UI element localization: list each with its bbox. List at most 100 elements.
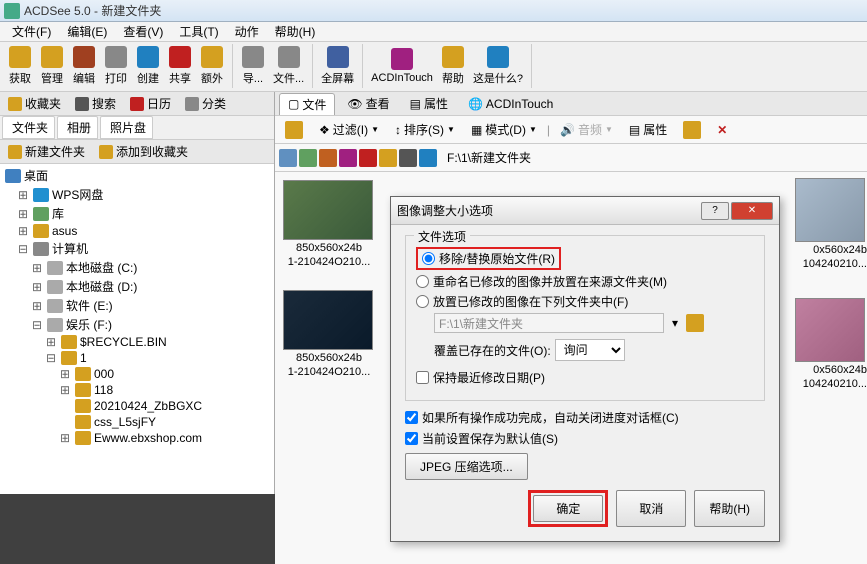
dropdown-arrow-icon[interactable]: ▾ [672, 316, 678, 330]
tree-drive-d[interactable]: ⊞本地磁盘 (D:) [2, 277, 272, 296]
tree-drive-f[interactable]: ⊟娱乐 (F:) [2, 315, 272, 334]
overwrite-select[interactable]: 询问 [555, 339, 625, 361]
tree-folder-000[interactable]: ⊞000 [2, 366, 272, 382]
thumbnail-item[interactable]: 850x560x24b 1-210424O210... [283, 290, 375, 378]
expand-icon[interactable]: ⊞ [30, 299, 44, 313]
help-button[interactable]: ? [701, 202, 729, 220]
tab-props[interactable]: ▤属性 [402, 93, 456, 114]
tree-recycle[interactable]: ⊞$RECYCLE.BIN [2, 334, 272, 350]
action-new-folder[interactable]: 新建文件夹 [2, 141, 91, 162]
tree-folder-118[interactable]: ⊞118 [2, 382, 272, 398]
tool-fullscreen[interactable]: 全屏幕 [317, 44, 358, 88]
menu-tools[interactable]: 工具(T) [171, 21, 226, 42]
radio-place-label[interactable]: 放置已修改的图像在下列文件夹中(F) [433, 293, 628, 310]
ok-button[interactable]: 确定 [533, 495, 603, 522]
tab-view[interactable]: 👁查看 [339, 93, 397, 114]
tool-nav[interactable]: 导... [237, 44, 269, 88]
collapse-icon[interactable]: ⊟ [16, 242, 30, 256]
tool-button-1[interactable] [677, 118, 707, 142]
nav-icon-2[interactable] [299, 149, 317, 167]
thumbnail-item[interactable]: 0x560x24b 104240210... [795, 298, 867, 390]
tab-favorites[interactable]: 收藏夹 [2, 93, 67, 114]
tool-extra[interactable]: 额外 [196, 44, 228, 88]
radio-replace-label[interactable]: 移除/替换原始文件(R) [439, 250, 555, 267]
menu-file[interactable]: 文件(F) [4, 21, 59, 42]
tool-share[interactable]: 共享 [164, 44, 196, 88]
thumbnail-item[interactable]: 850x560x24b 1-210424O210... [283, 180, 375, 268]
autoclose-checkbox[interactable] [405, 411, 418, 424]
expand-icon[interactable]: ⊞ [16, 224, 30, 238]
mode-button[interactable]: ▦ 模式(D) ▼ [465, 118, 543, 141]
tab-search[interactable]: 搜索 [69, 93, 122, 114]
radio-rename[interactable] [416, 275, 429, 288]
tool-whatis[interactable]: 这是什么? [469, 44, 527, 88]
keep-date-checkbox[interactable] [416, 371, 429, 384]
tree-computer[interactable]: ⊟计算机 [2, 239, 272, 258]
dialog-titlebar[interactable]: 图像调整大小选项 ? ✕ [391, 197, 779, 225]
expand-icon[interactable]: ⊞ [58, 431, 72, 445]
tree-folder-1[interactable]: ⊟1 [2, 350, 272, 366]
nav-icon-4[interactable] [339, 149, 357, 167]
expand-icon[interactable]: ⊞ [30, 280, 44, 294]
nav-icon-7[interactable] [399, 149, 417, 167]
savedefault-checkbox[interactable] [405, 432, 418, 445]
tool-manage[interactable]: 管理 [36, 44, 68, 88]
expand-icon[interactable]: ⊞ [58, 367, 72, 381]
radio-rename-label[interactable]: 重命名已修改的图像并放置在来源文件夹(M) [433, 273, 667, 290]
collapse-icon[interactable]: ⊟ [44, 351, 58, 365]
collapse-icon[interactable]: ⊟ [30, 318, 44, 332]
tab-files[interactable]: ▢文件 [279, 93, 335, 115]
expand-icon[interactable]: ⊞ [30, 261, 44, 275]
menu-actions[interactable]: 动作 [227, 21, 267, 42]
menu-edit[interactable]: 编辑(E) [59, 21, 115, 42]
menu-view[interactable]: 查看(V) [115, 21, 171, 42]
tool-files[interactable]: 文件... [269, 44, 308, 88]
thumbnail-item[interactable]: 0x560x24b 104240210... [795, 178, 867, 270]
tab-folders[interactable]: 文件夹 [2, 116, 55, 139]
tool-help[interactable]: 帮助 [437, 44, 469, 88]
browse-folder-icon[interactable] [686, 314, 704, 332]
tool-create[interactable]: 创建 [132, 44, 164, 88]
delete-button[interactable]: ✕ [711, 120, 733, 140]
tree-asus[interactable]: ⊞asus [2, 223, 272, 239]
tree-library[interactable]: ⊞库 [2, 204, 272, 223]
tool-edit[interactable]: 编辑 [68, 44, 100, 88]
tool-print[interactable]: 打印 [100, 44, 132, 88]
close-button[interactable]: ✕ [731, 202, 773, 220]
action-add-favorite[interactable]: 添加到收藏夹 [93, 141, 194, 162]
folder-up-button[interactable] [279, 118, 309, 142]
audio-button[interactable]: 🔊 音频 ▼ [554, 118, 619, 141]
savedefault-label[interactable]: 当前设置保存为默认值(S) [422, 430, 558, 447]
autoclose-label[interactable]: 如果所有操作成功完成，自动关闭进度对话框(C) [422, 409, 679, 426]
radio-place[interactable] [416, 295, 429, 308]
tab-albums[interactable]: 相册 [57, 116, 98, 139]
nav-icon-1[interactable] [279, 149, 297, 167]
expand-icon[interactable]: ⊞ [58, 383, 72, 397]
nav-icon-6[interactable] [379, 149, 397, 167]
expand-icon[interactable]: ⊞ [44, 335, 58, 349]
tree-folder-css[interactable]: css_L5sjFY [2, 414, 272, 430]
expand-icon[interactable]: ⊞ [16, 207, 30, 221]
tool-acdintouch[interactable]: ACDInTouch [367, 44, 437, 88]
cancel-button[interactable]: 取消 [616, 490, 686, 527]
filter-button[interactable]: ❖ 过滤(I) ▼ [313, 118, 385, 141]
tree-wps[interactable]: ⊞WPS网盘 [2, 185, 272, 204]
tree-desktop[interactable]: 桌面 [2, 166, 272, 185]
jpeg-options-button[interactable]: JPEG 压缩选项... [405, 453, 528, 480]
tree-drive-e[interactable]: ⊞软件 (E:) [2, 296, 272, 315]
keep-date-label[interactable]: 保持最近修改日期(P) [433, 369, 545, 386]
tab-discs[interactable]: 照片盘 [100, 116, 153, 139]
tool-acquire[interactable]: 获取 [4, 44, 36, 88]
tree-folder-ewww[interactable]: ⊞Ewww.ebxshop.com [2, 430, 272, 446]
tab-calendar[interactable]: 日历 [124, 93, 177, 114]
tab-category[interactable]: 分类 [179, 93, 232, 114]
radio-replace[interactable] [422, 252, 435, 265]
nav-icon-8[interactable] [419, 149, 437, 167]
nav-icon-5[interactable] [359, 149, 377, 167]
menu-help[interactable]: 帮助(H) [267, 21, 324, 42]
tab-acdintouch[interactable]: 🌐ACDInTouch [460, 95, 561, 113]
sort-button[interactable]: ↕ 排序(S) ▼ [389, 118, 461, 141]
expand-icon[interactable]: ⊞ [16, 188, 30, 202]
props-button[interactable]: ▤ 属性 [623, 118, 673, 141]
tree-folder-20210424[interactable]: 20210424_ZbBGXC [2, 398, 272, 414]
